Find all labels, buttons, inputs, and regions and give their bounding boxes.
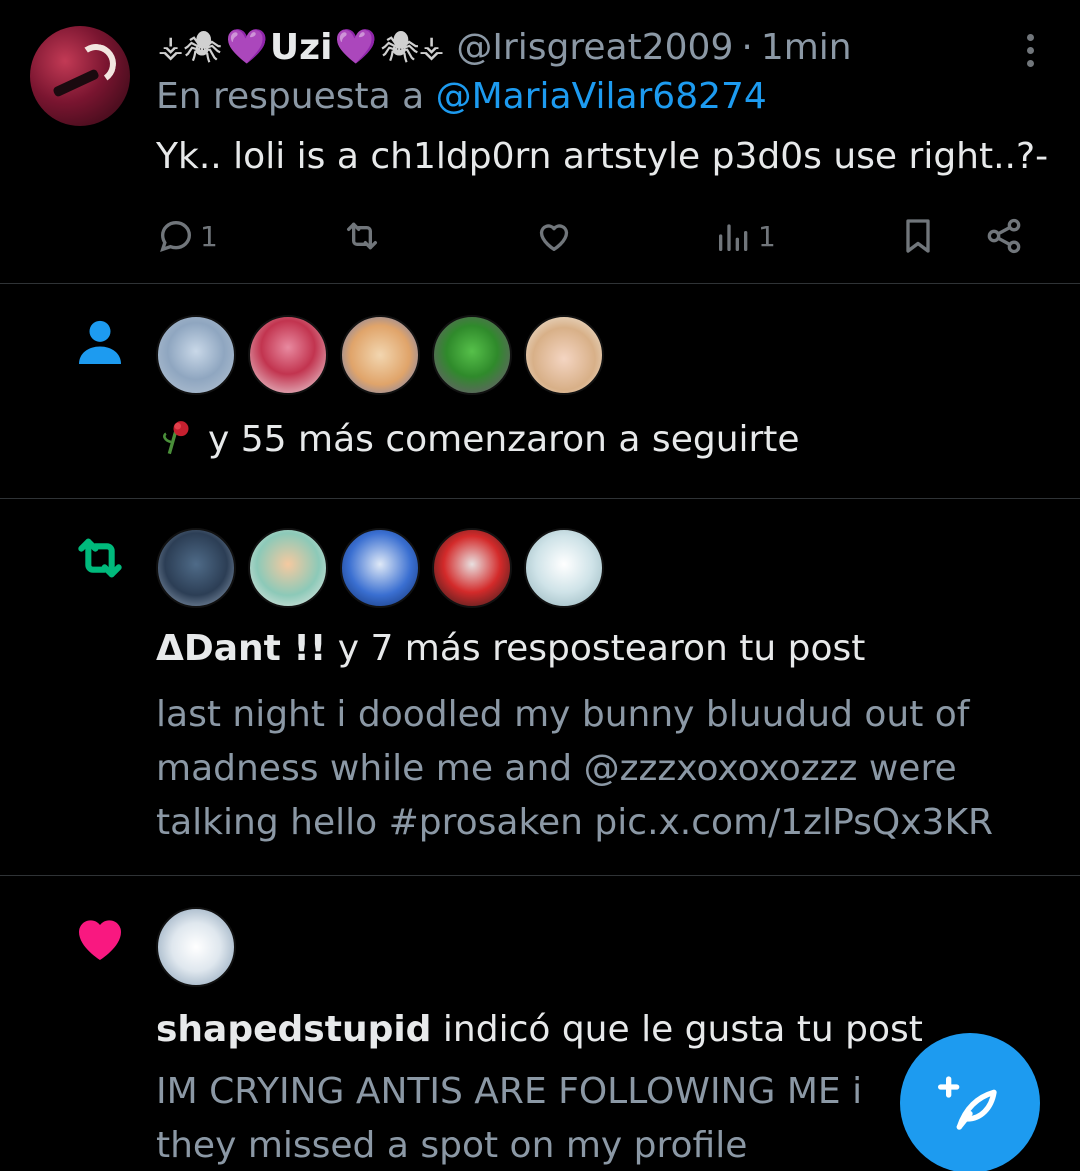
liked-post-preview[interactable]: IM CRYING ANTIS ARE FOLLOWING ME i they … <box>156 1065 916 1171</box>
tweet-header: ⚶🕷 💜 Uzi 💜 🕷⚶ @Irisgreat2009 · 1min <box>156 22 852 72</box>
avatar[interactable] <box>432 528 512 608</box>
avatar[interactable] <box>156 315 236 395</box>
person-icon <box>79 320 121 364</box>
separator: · <box>741 26 753 68</box>
user-handle[interactable]: @Irisgreat2009 <box>456 27 733 68</box>
retweet-text-label: y 7 más respostearon tu post <box>326 628 866 669</box>
liker-avatars <box>156 907 248 987</box>
notifications-feed: ⚶🕷 💜 Uzi 💜 🕷⚶ @Irisgreat2009 · 1min En r… <box>0 0 1080 1171</box>
retweet-actor[interactable]: ΔDant !! <box>156 628 326 669</box>
name-decor-right: 🕷⚶ <box>380 29 445 65</box>
compose-button[interactable] <box>900 1033 1040 1171</box>
avatar[interactable] <box>156 528 236 608</box>
like-text-label: indicó que le gusta tu post <box>431 1009 923 1050</box>
follow-text-label: y 55 más comenzaron a seguirte <box>208 419 800 460</box>
avatar[interactable] <box>248 315 328 395</box>
avatar[interactable] <box>524 528 604 608</box>
share-button[interactable] <box>984 210 1024 262</box>
purple-heart-icon: 💜 <box>225 27 268 67</box>
retweeter-avatars <box>156 528 616 608</box>
reply-tweet[interactable]: ⚶🕷 💜 Uzi 💜 🕷⚶ @Irisgreat2009 · 1min En r… <box>0 0 1080 284</box>
heart-outline-icon <box>539 224 569 251</box>
name-decor-left: ⚶🕷 <box>158 29 222 65</box>
retweet-button[interactable] <box>342 210 386 262</box>
like-text: shapedstupid indicó que le gusta tu post <box>156 1009 923 1050</box>
wilted-rose-icon <box>163 421 189 455</box>
avatar[interactable] <box>30 26 130 126</box>
tweet-text: Yk.. loli is a ch1ldp0rn artstyle p3d0s … <box>156 136 1049 177</box>
display-name-text: Uzi <box>269 26 333 68</box>
reply-count: 1 <box>200 219 218 253</box>
share-icon <box>987 218 1021 254</box>
follower-avatars <box>156 315 616 395</box>
replying-prefix: En respuesta a <box>156 76 425 117</box>
follow-notification[interactable]: y 55 más comenzaron a seguirte <box>0 285 1080 499</box>
bookmark-icon <box>906 219 930 253</box>
retweet-text: ΔDant !! y 7 más respostearon tu post <box>156 628 865 669</box>
tweet-actions: 1 1 <box>156 210 1036 262</box>
replying-to: En respuesta a @MariaVilar68274 <box>156 76 767 117</box>
avatar[interactable] <box>524 315 604 395</box>
compose-feather-icon <box>938 1076 997 1130</box>
like-button[interactable] <box>534 210 578 262</box>
like-actor[interactable]: shapedstupid <box>156 1009 431 1050</box>
reply-icon <box>160 220 192 252</box>
retweet-icon <box>347 222 377 250</box>
avatar[interactable] <box>248 528 328 608</box>
avatar[interactable] <box>340 528 420 608</box>
avatar[interactable] <box>156 907 236 987</box>
replying-mention[interactable]: @MariaVilar68274 <box>436 76 767 117</box>
retweet-notification[interactable]: ΔDant !! y 7 más respostearon tu post la… <box>0 500 1080 876</box>
heart-icon <box>79 920 121 960</box>
reply-button[interactable]: 1 <box>156 210 218 262</box>
retweeted-post-preview[interactable]: last night i doodled my bunny bluudud ou… <box>156 688 1036 850</box>
views-button[interactable]: 1 <box>714 210 776 262</box>
bookmark-button[interactable] <box>898 210 938 262</box>
views-count: 1 <box>758 219 776 253</box>
views-chart-icon <box>719 224 748 251</box>
follow-text: y 55 más comenzaron a seguirte <box>156 417 800 460</box>
display-name[interactable]: ⚶🕷 💜 Uzi 💜 🕷⚶ <box>156 27 446 68</box>
avatar[interactable] <box>432 315 512 395</box>
retweet-icon <box>78 538 122 578</box>
purple-heart-icon: 💜 <box>334 27 377 67</box>
more-options-icon[interactable] <box>1018 30 1042 70</box>
timestamp[interactable]: 1min <box>761 27 852 68</box>
avatar[interactable] <box>340 315 420 395</box>
